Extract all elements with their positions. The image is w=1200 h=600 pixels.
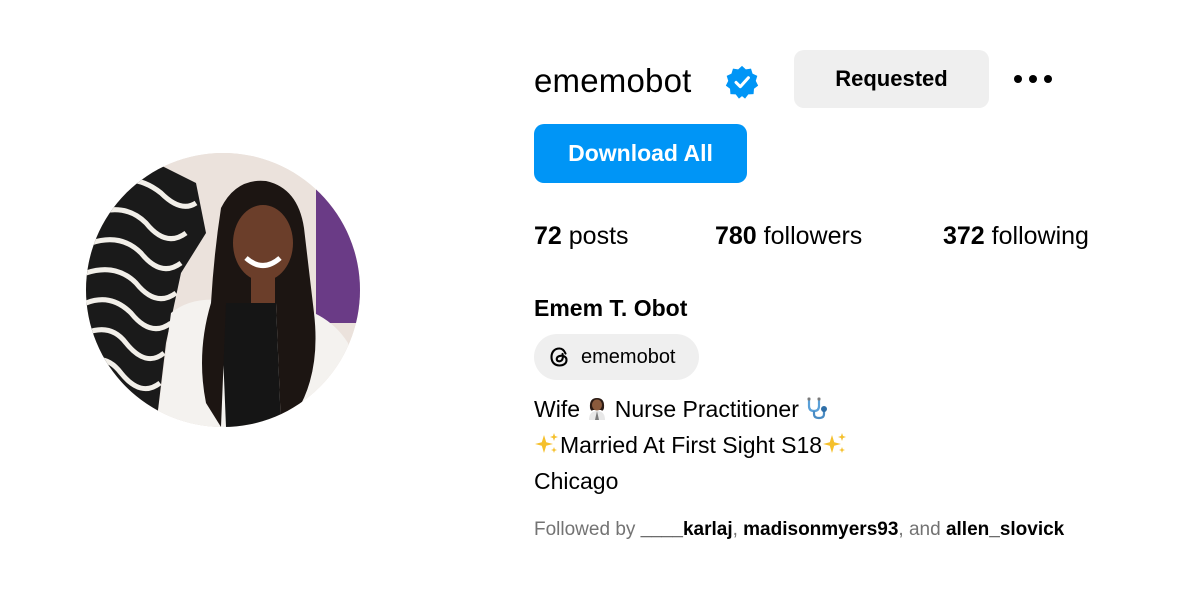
sparkles-emoji	[534, 432, 560, 465]
posts-label: posts	[561, 222, 629, 250]
bio-text-nurse: Nurse Practitioner	[608, 396, 806, 422]
bio-line-2: Married At First Sight S18	[534, 429, 848, 465]
threads-link[interactable]: ememobot	[534, 334, 699, 380]
followed-by[interactable]: Followed by ____karlaj, madisonmyers93, …	[534, 519, 1064, 541]
posts-number: 72	[534, 222, 562, 250]
posts-count: 72 posts	[534, 222, 629, 251]
follower-madisonmyers93[interactable]: madisonmyers93	[743, 519, 898, 540]
followers-link[interactable]: 780 followers	[715, 222, 862, 251]
followed-by-prefix: Followed by	[534, 519, 641, 540]
bio-line-1: Wife Nurse Practitioner	[534, 393, 848, 429]
follower-karlaj[interactable]: ____karlaj	[641, 519, 733, 540]
followers-number: 780	[715, 222, 757, 250]
sparkles-emoji	[822, 432, 848, 465]
followed-by-sep2: , and	[898, 519, 946, 540]
profile-header-row: ememobot Requested	[534, 50, 1174, 116]
stethoscope-emoji	[805, 396, 831, 429]
verified-badge-icon	[725, 65, 759, 99]
bio-line-3: Chicago	[534, 468, 619, 494]
followed-by-sep1: ,	[732, 519, 744, 540]
bio-text-wife: Wife	[534, 396, 587, 422]
more-options-icon[interactable]	[1010, 64, 1056, 94]
download-all-button[interactable]: Download All	[534, 124, 747, 183]
following-number: 372	[943, 222, 985, 250]
profile-stats: 72 posts 780 followers 372 following	[534, 222, 1174, 256]
following-link[interactable]: 372 following	[943, 222, 1089, 251]
followers-label: followers	[756, 222, 863, 250]
following-label: following	[984, 222, 1089, 250]
bio: Wife Nurse Practitioner Married At First…	[534, 393, 848, 498]
woman-health-worker-emoji	[586, 396, 608, 429]
follower-allen-slovick[interactable]: allen_slovick	[946, 519, 1064, 540]
profile-avatar[interactable]	[86, 153, 360, 427]
username: ememobot	[534, 62, 692, 99]
avatar-image	[86, 153, 360, 427]
full-name: Emem T. Obot	[534, 295, 688, 321]
threads-icon	[547, 344, 573, 370]
bio-text-mafs: Married At First Sight S18	[560, 432, 823, 458]
requested-button[interactable]: Requested	[794, 50, 989, 108]
threads-handle: ememobot	[581, 345, 676, 368]
